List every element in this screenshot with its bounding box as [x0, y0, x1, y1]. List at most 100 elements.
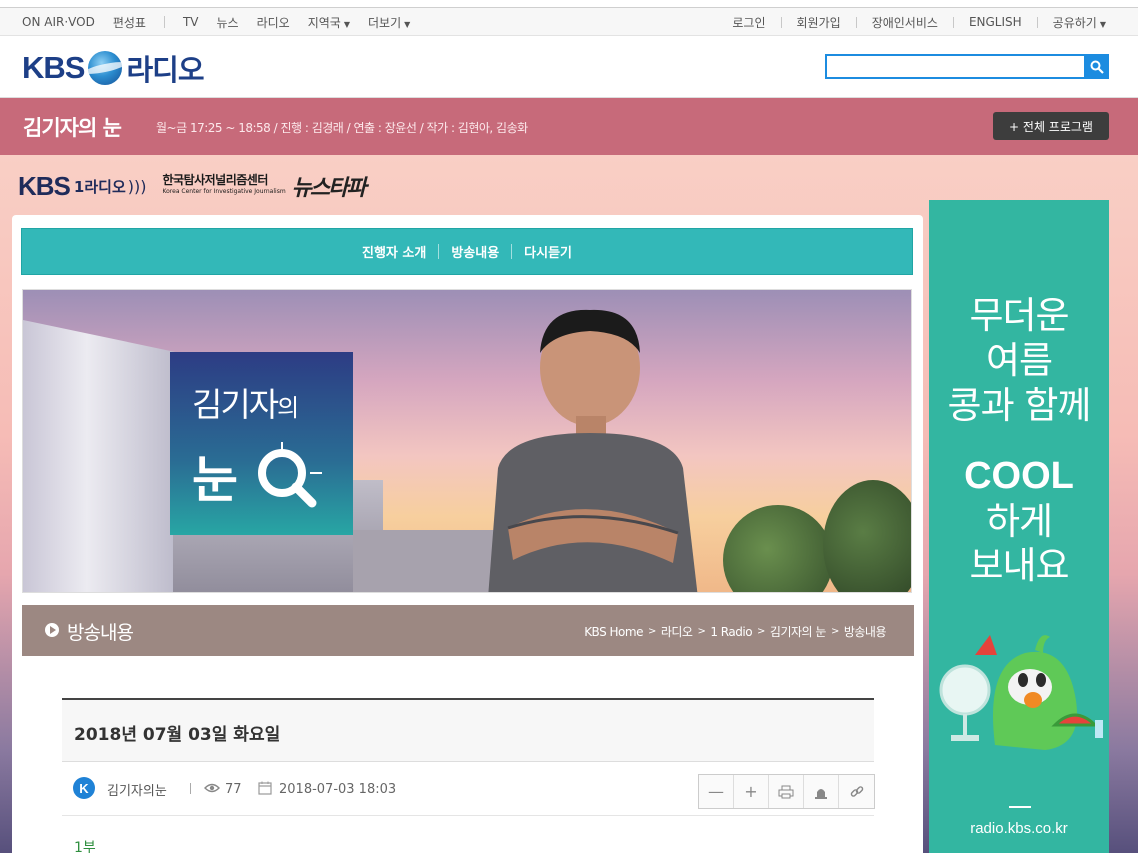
nav-news[interactable]: 뉴스: [217, 14, 239, 31]
divider: [855, 16, 857, 28]
font-decrease-button[interactable]: —: [699, 775, 734, 808]
ad-subline: 하게 보내요: [929, 500, 1109, 588]
chevron-right-icon: >: [757, 626, 765, 637]
search-input[interactable]: [825, 54, 1086, 79]
article-datetime: 2018-07-03 18:03: [279, 782, 397, 797]
nav-radio[interactable]: 라디오: [257, 14, 290, 31]
breadcrumb: KBS Home > 라디오 > 1 Radio > 김기자의 눈 > 방송내용: [584, 623, 886, 640]
tab-host-intro[interactable]: 진행자 소개: [350, 242, 438, 261]
report-button[interactable]: [804, 775, 839, 808]
nav-schedule[interactable]: 편성표: [113, 14, 146, 31]
breadcrumb-program[interactable]: 김기자의 눈: [770, 623, 827, 640]
nav-more-label: 더보기: [368, 15, 402, 30]
logo-radio-text: 라디오: [126, 53, 204, 87]
global-nav: ON AIR·VOD 편성표 TV 뉴스 라디오 지역국 ▼ 더보기 ▼: [22, 8, 428, 36]
breadcrumb-current: 방송내용: [843, 625, 887, 639]
play-circle-icon: [45, 623, 59, 637]
kbs-wordmark: KBS: [18, 170, 71, 201]
chevron-down-icon: ▼: [343, 19, 350, 29]
breadcrumb-radio[interactable]: 라디오: [661, 623, 693, 640]
kcij-name-en: Korea Center for Investigative Journalis…: [162, 188, 286, 195]
top-utility-bar: ON AIR·VOD 편성표 TV 뉴스 라디오 지역국 ▼ 더보기 ▼ 로그인 회…: [0, 7, 1138, 36]
search-button[interactable]: [1084, 54, 1109, 79]
print-button[interactable]: [769, 775, 804, 808]
article-meta: K 김기자의눈 77 2018-07-03 18:03 — +: [62, 762, 875, 816]
plus-icon: +: [744, 782, 758, 801]
title-card-particle: 의: [277, 394, 299, 422]
english-link[interactable]: ENGLISH: [969, 15, 1022, 29]
login-link[interactable]: 로그인: [732, 14, 765, 31]
one-radio-wordmark: 1라디오: [73, 177, 126, 196]
breadcrumb-home[interactable]: KBS Home: [584, 625, 643, 639]
divider: [163, 16, 165, 28]
signup-link[interactable]: 회원가입: [797, 14, 841, 31]
chevron-down-icon: ▼: [404, 19, 411, 29]
program-bar: 김기자의 눈 월~금 17:25 ~ 18:58 / 진행 : 김경래 / 연출…: [0, 98, 1138, 155]
accessibility-link[interactable]: 장애인서비스: [872, 14, 938, 31]
printer-icon: [778, 785, 794, 798]
share-menu[interactable]: 공유하기 ▼: [1053, 14, 1106, 31]
eye-icon: [204, 783, 220, 793]
nav-onair-vod[interactable]: ON AIR·VOD: [22, 15, 95, 29]
ad-cool: COOL: [964, 455, 1074, 497]
font-increase-button[interactable]: +: [734, 775, 769, 808]
nav-regional[interactable]: 지역국 ▼: [308, 14, 350, 31]
view-count: 77: [225, 782, 242, 797]
program-title: 김기자의 눈: [23, 116, 122, 140]
title-card-name: 김기자: [192, 385, 279, 424]
avatar: K: [73, 777, 95, 799]
site-header: KBS 라디오: [0, 36, 1138, 98]
breadcrumb-1radio[interactable]: 1 Radio: [710, 625, 752, 639]
tab-replay[interactable]: 다시듣기: [512, 242, 584, 261]
share-label: 공유하기: [1052, 15, 1097, 30]
link-icon: [850, 785, 863, 797]
program-tabs: 진행자 소개 방송내용 다시듣기: [21, 228, 913, 275]
title-card-line2: 눈: [192, 440, 238, 512]
article-title: 2018년 07월 03일 화요일: [74, 725, 281, 745]
ad-line: 무더운: [969, 294, 1069, 337]
divider: [952, 16, 954, 28]
tree-image: [723, 505, 833, 592]
ad-url: radio.kbs.co.kr: [970, 820, 1068, 837]
article-toolbar: — +: [698, 774, 875, 809]
program-title-card: 김기자의 눈: [170, 352, 353, 535]
tab-broadcast-content[interactable]: 방송내용: [439, 242, 511, 261]
divider: [190, 783, 191, 794]
chevron-right-icon: >: [647, 626, 656, 637]
divider: [1036, 16, 1038, 28]
nav-regional-label: 지역국: [307, 15, 341, 30]
siren-icon: [815, 788, 827, 799]
program-info: 월~금 17:25 ~ 18:58 / 진행 : 김경래 / 연출 : 장윤선 …: [156, 121, 528, 135]
side-advertisement[interactable]: 무더운 여름 콩과 함께 COOL 하게 보내요 radio.kbs.co.kr: [929, 200, 1109, 853]
ad-line: 보내요: [969, 544, 1069, 587]
program-banner: 김기자의 눈: [22, 289, 912, 593]
copy-link-button[interactable]: [839, 775, 874, 808]
article-header: 2018년 07월 03일 화요일: [62, 700, 874, 762]
section-title: 방송내용: [67, 622, 134, 644]
minus-icon: —: [708, 782, 724, 801]
newstapa-logo: 뉴스타파: [291, 176, 367, 201]
building-image: [23, 320, 183, 592]
account-nav: 로그인 회원가입 장애인서비스 ENGLISH 공유하기 ▼: [732, 8, 1106, 36]
divider: [780, 16, 782, 28]
title-card-line1: 김기자의: [192, 378, 299, 426]
ad-line: 하게: [985, 500, 1053, 543]
logo-kbs-text: KBS: [22, 50, 85, 85]
ad-line: 콩과 함께: [947, 384, 1092, 427]
kbs-globe-icon: [88, 51, 123, 85]
nav-more[interactable]: 더보기 ▼: [368, 14, 410, 31]
article-author: 김기자의눈: [107, 784, 167, 799]
kcij-logo: 한국탐사저널리즘센터 Korea Center for Investigative…: [162, 174, 285, 198]
host-photo: [488, 309, 698, 592]
magnifier-icon: [258, 442, 322, 508]
nav-tv[interactable]: TV: [183, 15, 199, 29]
calendar-icon: [258, 781, 272, 795]
all-programs-button[interactable]: + 전체 프로그램: [993, 112, 1109, 140]
radio-wave-icon: ))): [127, 176, 147, 196]
section-header: 방송내용 KBS Home > 라디오 > 1 Radio > 김기자의 눈 > 방송내…: [22, 605, 914, 656]
kbs-radio-logo[interactable]: KBS 라디오: [22, 47, 205, 89]
search-icon: [1090, 60, 1104, 74]
kcij-name: 한국탐사저널리즘센터: [162, 173, 268, 187]
chevron-down-icon: ▼: [1099, 19, 1106, 29]
chevron-right-icon: >: [830, 626, 839, 637]
